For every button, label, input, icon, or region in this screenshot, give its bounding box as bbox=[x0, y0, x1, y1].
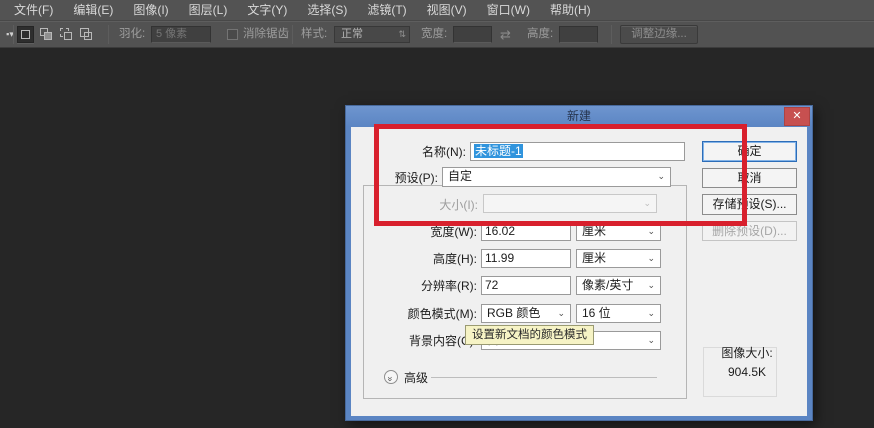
menu-edit[interactable]: 编辑(E) bbox=[63, 0, 123, 21]
style-label: 样式: bbox=[301, 22, 327, 47]
width-unit-value: 厘米 bbox=[582, 224, 606, 238]
feather-input[interactable]: 5 像素 bbox=[151, 26, 211, 43]
divider bbox=[13, 25, 14, 44]
doc-width-label: 宽度(W): bbox=[351, 224, 477, 240]
antialias-checkbox[interactable] bbox=[227, 29, 238, 40]
height-unit-value: 厘米 bbox=[582, 251, 606, 265]
stepper-icon: ⇅ bbox=[398, 27, 406, 42]
menu-select[interactable]: 选择(S) bbox=[297, 0, 357, 21]
height-input[interactable] bbox=[559, 26, 598, 43]
subtract-selection-icon[interactable] bbox=[58, 26, 75, 43]
chevron-down-icon: ⌄ bbox=[647, 277, 655, 294]
image-size-label: 图像大小: bbox=[702, 344, 792, 361]
bit-depth-value: 16 位 bbox=[582, 306, 611, 320]
divider bbox=[611, 25, 612, 44]
refine-edge-button[interactable]: 调整边缘... bbox=[620, 25, 698, 44]
menu-window[interactable]: 窗口(W) bbox=[477, 0, 540, 21]
color-mode-dropdown[interactable]: RGB 颜色 ⌄ bbox=[481, 304, 571, 323]
new-selection-icon[interactable] bbox=[17, 26, 34, 43]
add-selection-icon[interactable] bbox=[38, 26, 55, 43]
advanced-separator bbox=[431, 377, 657, 378]
width-input[interactable] bbox=[453, 26, 492, 43]
chevron-down-icon: ⌄ bbox=[557, 305, 565, 322]
menu-bar: 文件(F) 编辑(E) 图像(I) 图层(L) 文字(Y) 选择(S) 滤镜(T… bbox=[0, 0, 874, 21]
square-glyph bbox=[84, 32, 92, 40]
resolution-input[interactable]: 72 bbox=[481, 276, 571, 295]
background-label: 背景内容(C): bbox=[351, 333, 477, 349]
divider bbox=[292, 25, 293, 44]
feather-label: 羽化: bbox=[119, 22, 145, 47]
style-dropdown[interactable]: 正常 ⇅ bbox=[334, 26, 410, 43]
menu-layer[interactable]: 图层(L) bbox=[179, 0, 238, 21]
advanced-expand-button[interactable]: » bbox=[384, 370, 398, 384]
resolution-unit-dropdown[interactable]: 像素/英寸 ⌄ bbox=[576, 276, 661, 295]
close-icon[interactable]: ✕ bbox=[784, 107, 810, 126]
style-value: 正常 bbox=[341, 28, 363, 40]
color-mode-value: RGB 颜色 bbox=[487, 306, 540, 320]
resolution-unit-value: 像素/英寸 bbox=[582, 278, 633, 292]
chevron-down-icon: ⌄ bbox=[647, 332, 655, 349]
intersect-selection-icon[interactable] bbox=[78, 26, 95, 43]
antialias-label: 消除锯齿 bbox=[243, 22, 289, 47]
swap-dimensions-icon[interactable]: ⇄ bbox=[500, 22, 511, 47]
advanced-label: 高级 bbox=[404, 369, 428, 386]
menu-image[interactable]: 图像(I) bbox=[123, 0, 178, 21]
height-unit-dropdown[interactable]: 厘米 ⌄ bbox=[576, 249, 661, 268]
menu-type[interactable]: 文字(Y) bbox=[237, 0, 297, 21]
tooltip: 设置新文档的颜色模式 bbox=[465, 325, 594, 345]
red-highlight-annotation bbox=[374, 124, 747, 226]
doc-height-label: 高度(H): bbox=[351, 251, 477, 267]
bit-depth-dropdown[interactable]: 16 位 ⌄ bbox=[576, 304, 661, 323]
tool-preset-dropdown[interactable]: ▪▾ bbox=[2, 22, 18, 47]
square-glyph bbox=[44, 32, 52, 40]
dialog-title: 新建 bbox=[567, 109, 591, 123]
image-size-value: 904.5K bbox=[702, 365, 792, 379]
color-mode-label: 颜色模式(M): bbox=[351, 306, 477, 322]
square-glyph bbox=[21, 30, 30, 39]
menu-file[interactable]: 文件(F) bbox=[4, 0, 63, 21]
menu-filter[interactable]: 滤镜(T) bbox=[357, 0, 416, 21]
double-chevron-icon: » bbox=[385, 376, 397, 381]
menu-view[interactable]: 视图(V) bbox=[417, 0, 477, 21]
width-label: 宽度: bbox=[421, 22, 447, 47]
square-glyph bbox=[64, 32, 72, 40]
doc-height-input[interactable]: 11.99 bbox=[481, 249, 571, 268]
height-label: 高度: bbox=[527, 22, 553, 47]
divider bbox=[108, 25, 109, 44]
menu-help[interactable]: 帮助(H) bbox=[540, 0, 601, 21]
chevron-down-icon: ⌄ bbox=[647, 305, 655, 322]
chevron-down-icon: ⌄ bbox=[647, 250, 655, 267]
options-bar: ▪▾ 羽化: 5 像素 消除锯齿 样式: 正常 ⇅ 宽度: ⇄ 高度: 调整边缘… bbox=[0, 21, 874, 48]
resolution-label: 分辨率(R): bbox=[351, 278, 477, 294]
